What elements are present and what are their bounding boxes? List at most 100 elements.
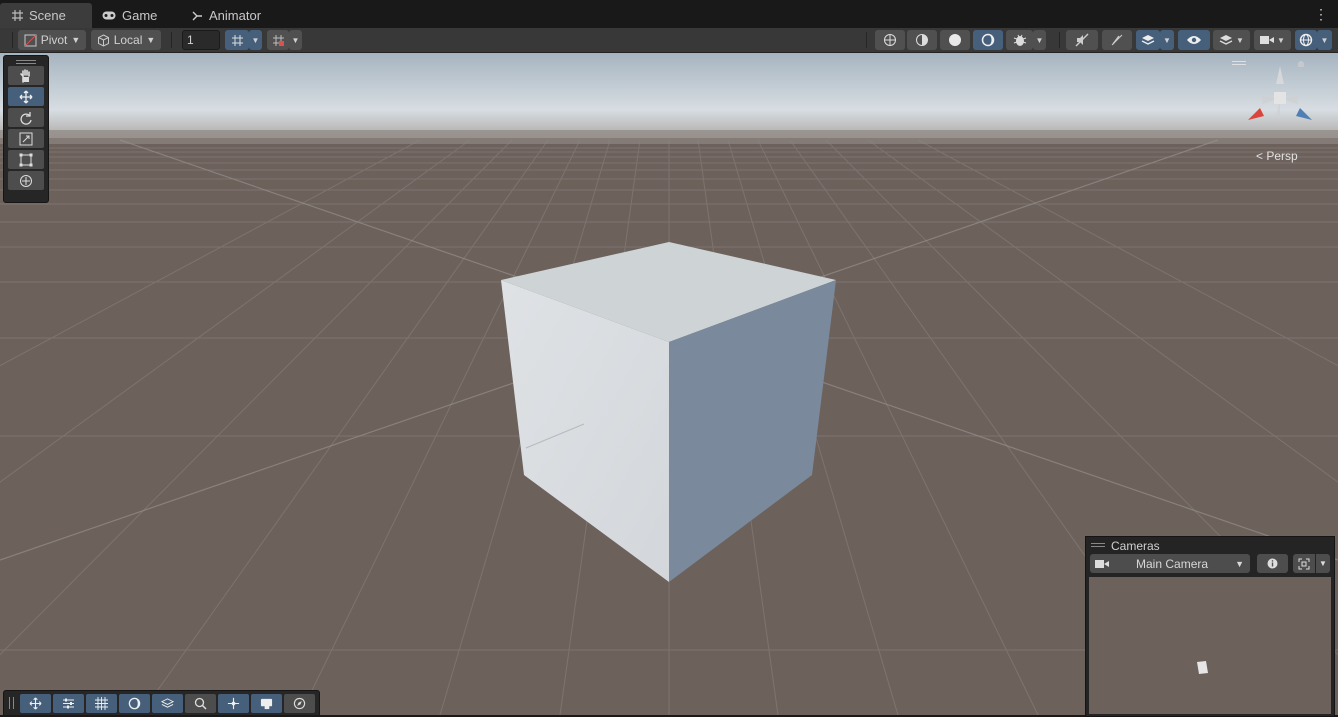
tools-overlay [3,55,49,203]
draw-mode-shaded-wireframe-button[interactable] [907,30,937,50]
chevron-left-icon: < [1256,149,1264,163]
lighting-icon [981,33,995,47]
tab-scene[interactable]: Scene [0,3,92,28]
selected-camera-label: Main Camera [1136,556,1209,571]
draw-modes[interactable] [119,694,150,713]
chevron-down-icon: ▼ [71,35,81,45]
camera-info-button[interactable] [1257,554,1288,573]
grid-icon [12,10,23,21]
pivot-label: Pivot [40,33,68,47]
overlay-drag-handle[interactable] [16,60,36,64]
layers-dropdown[interactable]: ▼ [1213,30,1250,50]
rotate-icon [20,111,32,125]
increment-snap-toggle[interactable] [267,30,289,50]
gizmos-dropdown[interactable]: ▼ [1317,30,1332,50]
scene-visibility-dropdown[interactable]: ▼ [1160,30,1174,50]
move-tool[interactable] [8,87,44,106]
grid-snap-icon [231,34,243,46]
window-tab-bar: Scene Game Animator ⋮ [0,0,1338,28]
projection-toggle[interactable]: < Persp [1256,149,1298,163]
search-icon [194,697,207,710]
camera-frame-dropdown[interactable]: ▼ [1316,554,1330,573]
scene-toolbar: Pivot ▼ Local ▼ 1 ▼ ▼ ▼ ▼ ▼ ▼ ▼ [0,28,1338,53]
local-label: Local [113,33,143,47]
camera-select-dropdown[interactable]: Main Camera ▼ [1090,554,1250,573]
increment-snap-dropdown[interactable]: ▼ [289,30,302,50]
grid-snap-toggle[interactable] [225,30,249,50]
gizmos-toggle[interactable] [1295,30,1317,50]
rotate-tool[interactable] [8,108,44,127]
move-arrows-icon [19,90,33,103]
effects-off-icon [1111,34,1123,46]
more-options-icon[interactable]: ⋮ [1314,6,1328,23]
fx-toggle[interactable] [1102,30,1132,50]
audio-muted-icon [1075,33,1089,47]
transform-gizmo-icon [20,174,32,187]
scale-tool[interactable] [8,129,44,148]
local-dropdown[interactable]: Local ▼ [91,30,161,50]
camera-settings-dropdown[interactable]: ▼ [1254,30,1291,50]
grid-and-snap[interactable] [86,694,117,713]
bottom-overlay-toolbar [3,690,320,715]
tab-scene-label: Scene [29,8,66,23]
tab-animator-label: Animator [209,8,262,23]
rect-tool[interactable] [8,150,44,169]
view-options[interactable] [152,694,183,713]
camera-preview [1089,577,1331,714]
gizmo-globe-icon [1299,33,1313,47]
overlay-drag-handle[interactable] [1091,543,1105,547]
orientation-overlay[interactable] [218,694,249,713]
draw-mode-shaded-button[interactable] [940,30,970,50]
frame-icon [1298,558,1310,569]
wireframe-globe-icon [884,34,896,46]
cube-icon [97,33,109,47]
chevron-down-icon: ▼ [1235,558,1244,569]
axis-gizmo-icon [1248,61,1312,120]
toolbar-separator [1059,32,1060,48]
hand-tool[interactable] [8,66,44,85]
lighting-icon [128,697,141,710]
toolbar-handle [12,32,13,48]
eye-icon [1187,36,1201,44]
grid-increment-field[interactable]: 1 [182,30,220,50]
info-icon [1267,558,1278,569]
move-tool-settings[interactable] [20,694,51,713]
camera-frame-button[interactable] [1293,554,1315,573]
scene-visibility-toggle[interactable] [1136,30,1160,50]
tab-animator[interactable]: Animator [180,3,280,28]
compass-icon [293,697,306,710]
tab-game-label: Game [122,8,158,23]
layers-icon [161,698,174,708]
transform-tool[interactable] [8,171,44,190]
video-camera-icon [1095,559,1109,568]
navigation-overlay[interactable] [284,694,315,713]
hand-icon [20,68,30,83]
tab-game[interactable]: Game [90,3,180,28]
video-camera-icon [1260,36,1275,44]
gamepad-icon [102,11,116,20]
toolbar-separator [866,32,867,48]
draw-mode-wireframe-button[interactable] [875,30,905,50]
animator-icon [192,11,202,21]
shaded-wireframe-icon [916,34,928,46]
lighting-toggle[interactable] [973,30,1003,50]
chevron-down-icon: ▼ [1277,35,1285,45]
tool-settings[interactable] [53,694,84,713]
axis-icon [227,697,240,710]
hidden-objects-toggle[interactable] [1178,30,1210,50]
orientation-gizmo[interactable] [1232,58,1320,148]
grid-snap-dropdown[interactable]: ▼ [249,30,262,50]
cameras-overlay-panel: Cameras Main Camera ▼ ▼ [1085,536,1335,717]
chevron-down-icon: ▼ [146,35,156,45]
audio-toggle[interactable] [1066,30,1098,50]
grid-snap-icon [95,697,108,710]
pivot-dropdown[interactable]: Pivot ▼ [18,30,86,50]
debug-draw-button[interactable] [1006,30,1033,50]
search-overlay[interactable] [185,694,216,713]
bug-icon [1013,34,1026,46]
debug-draw-dropdown[interactable]: ▼ [1033,30,1046,50]
layers-icon [1141,35,1155,45]
cameras-overlay-toggle[interactable] [251,694,282,713]
preview-cube [1197,661,1208,674]
overlay-drag-handle[interactable] [9,697,14,709]
